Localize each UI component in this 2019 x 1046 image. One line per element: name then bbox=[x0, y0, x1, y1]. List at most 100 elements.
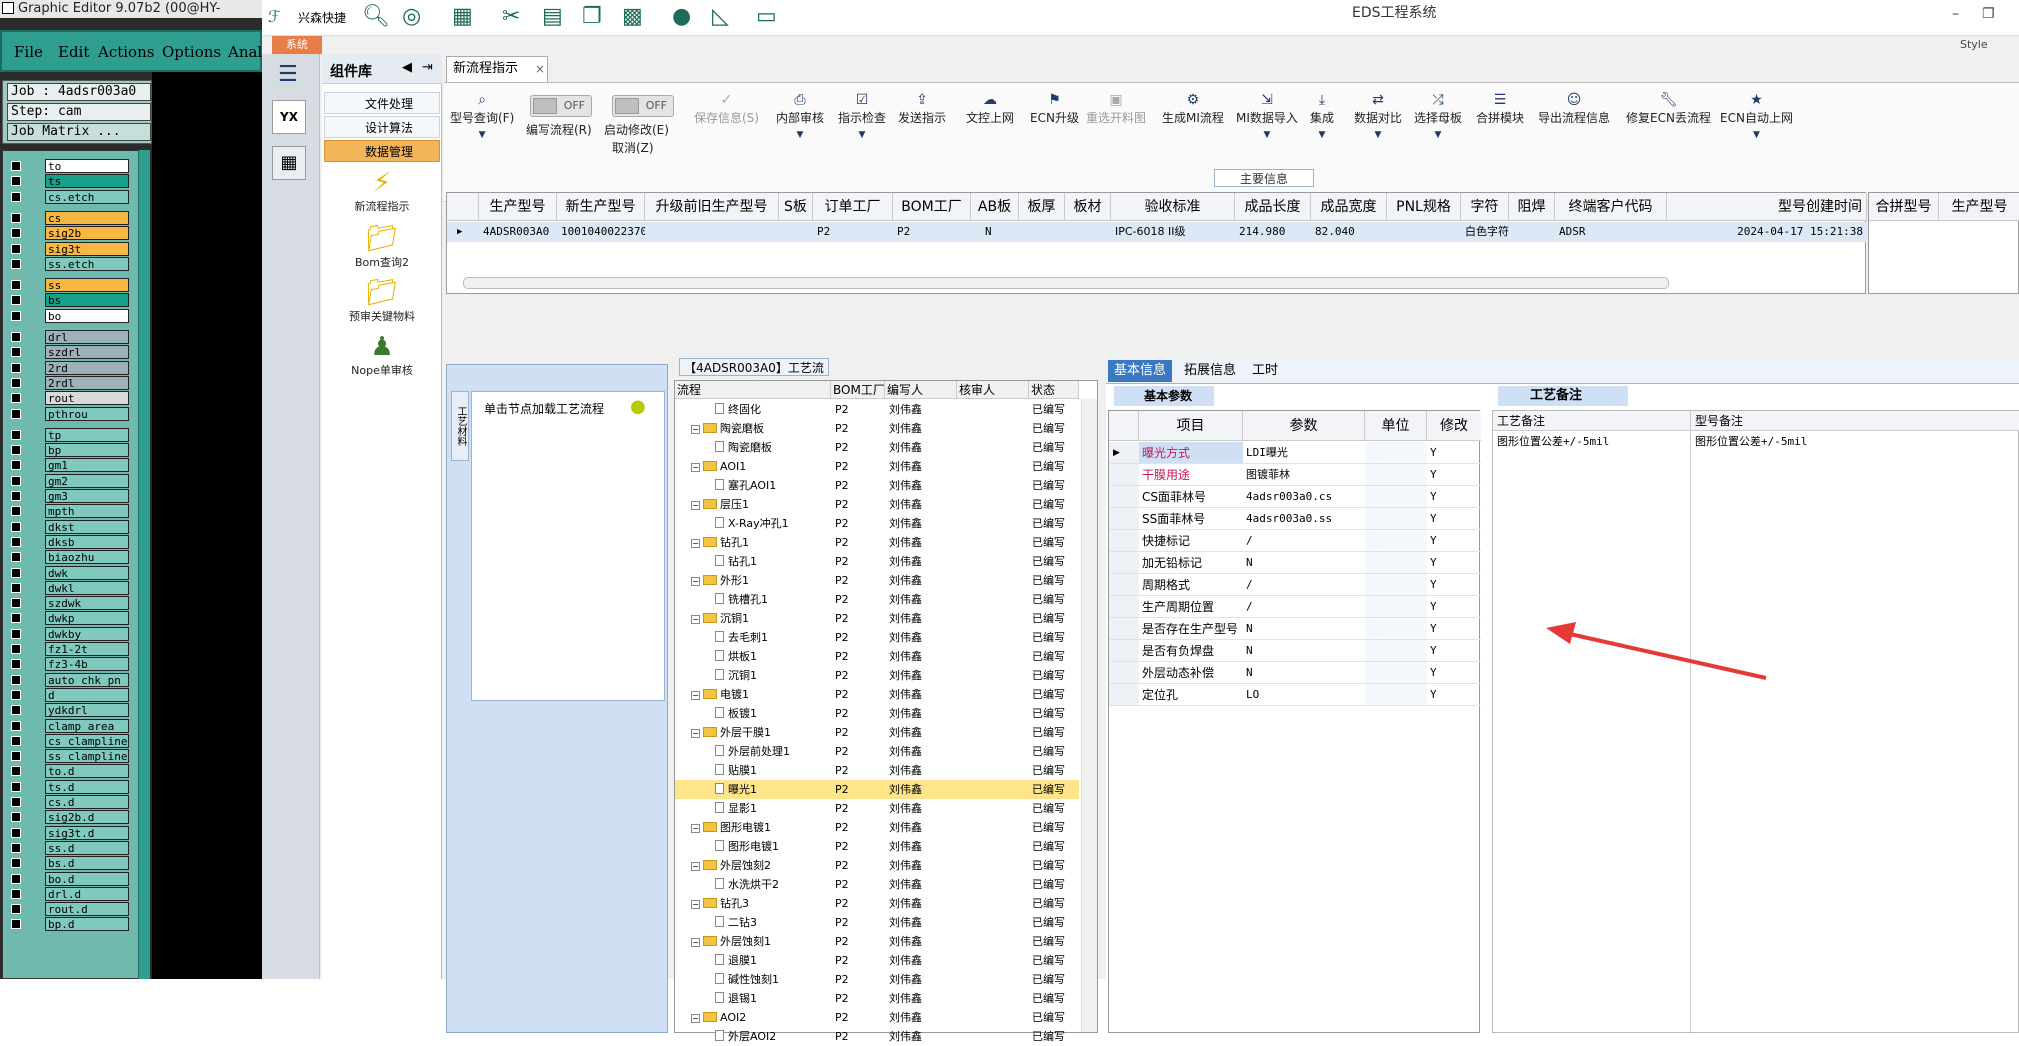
layer-name[interactable]: ss.etch bbox=[45, 256, 129, 271]
param-value[interactable]: N bbox=[1243, 640, 1365, 662]
horizontal-scrollbar[interactable] bbox=[463, 277, 1669, 289]
layer-row[interactable]: dwkl bbox=[7, 580, 149, 595]
layer-row[interactable]: bp.d bbox=[7, 917, 149, 932]
param-row[interactable]: 是否存在生产型号 N Y bbox=[1109, 618, 1481, 640]
ecn-upgrade-button[interactable]: ⚑ ECN升级 bbox=[1030, 91, 1079, 126]
cell[interactable]: P2 bbox=[893, 222, 971, 242]
ecn-auto-online-button[interactable]: ★ ECN自动上网 ▼ bbox=[1720, 91, 1793, 144]
layer-name[interactable]: dkst bbox=[45, 519, 129, 534]
menu-actions[interactable]: Actions bbox=[98, 43, 154, 61]
col-header[interactable]: 合拼型号 bbox=[1869, 193, 1939, 221]
tree-row[interactable]: 退膜1 P2 刘伟鑫 已编写 bbox=[675, 951, 1079, 970]
style-menu[interactable]: Style bbox=[1960, 38, 1988, 51]
layer-name[interactable]: sig2b bbox=[45, 226, 129, 241]
layer-row[interactable]: 2rd bbox=[7, 360, 149, 375]
layer-row[interactable]: gm3 bbox=[7, 489, 149, 503]
layer-row[interactable]: biaozhu bbox=[7, 550, 149, 565]
layer-row[interactable]: ts.d bbox=[7, 779, 149, 794]
layer-checkbox[interactable] bbox=[11, 161, 21, 171]
layer-checkbox[interactable] bbox=[11, 445, 21, 456]
layer-row[interactable]: auto_chk_pn bbox=[7, 672, 149, 687]
param-row[interactable]: 加无铅标记 N Y bbox=[1109, 552, 1481, 574]
layer-checkbox[interactable] bbox=[11, 362, 21, 373]
layer-name[interactable]: gm1 bbox=[45, 458, 129, 473]
col-header[interactable]: 验收标准 bbox=[1111, 193, 1235, 221]
tree-row[interactable]: − 图形电镀1 P2 刘伟鑫 已编写 bbox=[675, 818, 1079, 837]
layer-row[interactable]: clamp_area bbox=[7, 718, 149, 733]
layer-row[interactable]: bo.d bbox=[7, 871, 149, 886]
tree-node[interactable]: 钻孔1 bbox=[715, 552, 831, 571]
param-row[interactable]: CS面菲林号 4adsr003a0.cs Y bbox=[1109, 486, 1481, 508]
cell[interactable]: 214.980 bbox=[1235, 222, 1311, 242]
tree-node[interactable]: 二钻3 bbox=[715, 913, 831, 932]
tree-node[interactable]: 塞孔AOI1 bbox=[715, 476, 831, 495]
layer-name[interactable]: to.d bbox=[45, 764, 129, 779]
col-header[interactable]: 板厚 bbox=[1019, 193, 1065, 221]
tree-node[interactable]: 板镀1 bbox=[715, 704, 831, 723]
layer-row[interactable]: ts bbox=[7, 174, 149, 189]
layer-name[interactable]: mpth bbox=[45, 504, 129, 519]
layer-name[interactable]: rout.d bbox=[45, 902, 129, 917]
system-tab[interactable]: 系统 bbox=[272, 36, 322, 54]
layer-name[interactable]: tp bbox=[45, 427, 129, 442]
tree-node[interactable]: − 外形1 bbox=[691, 571, 831, 590]
layer-row[interactable]: to.d bbox=[7, 764, 149, 779]
cancel-label[interactable]: 取消(Z) bbox=[612, 139, 654, 156]
collapse-icon[interactable]: − bbox=[691, 501, 700, 510]
layer-row[interactable]: ss.etch bbox=[7, 256, 149, 271]
tab-new-flow[interactable]: 新流程指示 × bbox=[446, 56, 548, 82]
export-flow-button[interactable]: ☺ 导出流程信息 bbox=[1538, 91, 1610, 126]
tree-col-header[interactable]: BOM工厂 bbox=[831, 381, 885, 399]
write-flow-toggle[interactable]: OFF bbox=[530, 95, 592, 117]
layer-name[interactable]: fz1-2t bbox=[45, 642, 129, 656]
layer-name[interactable]: bp.d bbox=[45, 917, 129, 932]
layer-name[interactable]: dwkp bbox=[45, 611, 129, 626]
hamburger-icon[interactable]: ☰ bbox=[278, 62, 298, 87]
tree-node[interactable]: − 外层干膜1 bbox=[691, 723, 831, 742]
tree-row[interactable]: − 外层蚀刻1 P2 刘伟鑫 已编写 bbox=[675, 932, 1079, 951]
tree-node[interactable]: 铣槽孔1 bbox=[715, 590, 831, 609]
layer-name[interactable]: to bbox=[45, 159, 129, 173]
layer-row[interactable]: to bbox=[7, 159, 149, 173]
tree-node[interactable]: 图形电镀1 bbox=[715, 837, 831, 856]
tree-row[interactable]: X-Ray冲孔1 P2 刘伟鑫 已编写 bbox=[675, 514, 1079, 533]
layer-name[interactable]: cs_clampline bbox=[45, 733, 129, 748]
layer-name[interactable]: drl bbox=[45, 330, 129, 344]
param-value[interactable]: 图镀菲林 bbox=[1243, 464, 1365, 486]
tree-node[interactable]: − AOI2 bbox=[691, 1008, 831, 1027]
tree-row[interactable]: − 外形1 P2 刘伟鑫 已编写 bbox=[675, 571, 1079, 590]
param-row[interactable]: SS面菲林号 4adsr003a0.ss Y bbox=[1109, 508, 1481, 530]
layer-row[interactable]: drl bbox=[7, 330, 149, 344]
param-value[interactable]: LDI曝光 bbox=[1243, 442, 1365, 464]
layer-checkbox[interactable] bbox=[11, 582, 21, 593]
cell[interactable]: 4ADSR003A0 bbox=[479, 222, 557, 242]
tree-row[interactable]: 曝光1 P2 刘伟鑫 已编写 bbox=[675, 780, 1079, 799]
model-note-field[interactable]: 图形位置公差+/-5mil bbox=[1691, 431, 2019, 1034]
model-query-button[interactable]: ⌕ 型号查询(F) ▼ bbox=[450, 91, 514, 144]
user-icon[interactable]: ● bbox=[672, 5, 691, 29]
table-icon[interactable]: ▦ bbox=[452, 5, 473, 29]
layer-row[interactable]: gm2 bbox=[7, 473, 149, 488]
tree-col-header[interactable]: 编写人 bbox=[885, 381, 957, 399]
layer-name[interactable]: 2rd bbox=[45, 360, 129, 375]
layer-name[interactable]: cs bbox=[45, 210, 129, 225]
layer-checkbox[interactable] bbox=[11, 827, 21, 838]
layer-row[interactable]: ss_clampline bbox=[7, 749, 149, 764]
layer-checkbox[interactable] bbox=[11, 842, 21, 853]
layer-name[interactable]: biaozhu bbox=[45, 550, 129, 565]
tree-row[interactable]: − 钻孔3 P2 刘伟鑫 已编写 bbox=[675, 894, 1079, 913]
layer-row[interactable]: bs bbox=[7, 293, 149, 308]
tree-row[interactable]: 外层前处理1 P2 刘伟鑫 已编写 bbox=[675, 742, 1079, 761]
tree-row[interactable]: − 外层蚀刻2 P2 刘伟鑫 已编写 bbox=[675, 856, 1079, 875]
layer-checkbox[interactable] bbox=[11, 176, 21, 187]
layer-checkbox[interactable] bbox=[11, 751, 21, 762]
tree-row[interactable]: − 电镀1 P2 刘伟鑫 已编写 bbox=[675, 685, 1079, 704]
layer-checkbox[interactable] bbox=[11, 659, 21, 670]
layer-row[interactable]: pthrou bbox=[7, 406, 149, 421]
save-info-button[interactable]: ✓ 保存信息(S) bbox=[694, 91, 759, 126]
tree-col-header[interactable]: 状态 bbox=[1029, 381, 1079, 399]
arrow-left-icon[interactable]: ◀ bbox=[402, 60, 412, 75]
tree-row[interactable]: − 层压1 P2 刘伟鑫 已编写 bbox=[675, 495, 1079, 514]
copy-icon[interactable]: ❐ bbox=[582, 5, 602, 29]
tree-node[interactable]: − 层压1 bbox=[691, 495, 831, 514]
